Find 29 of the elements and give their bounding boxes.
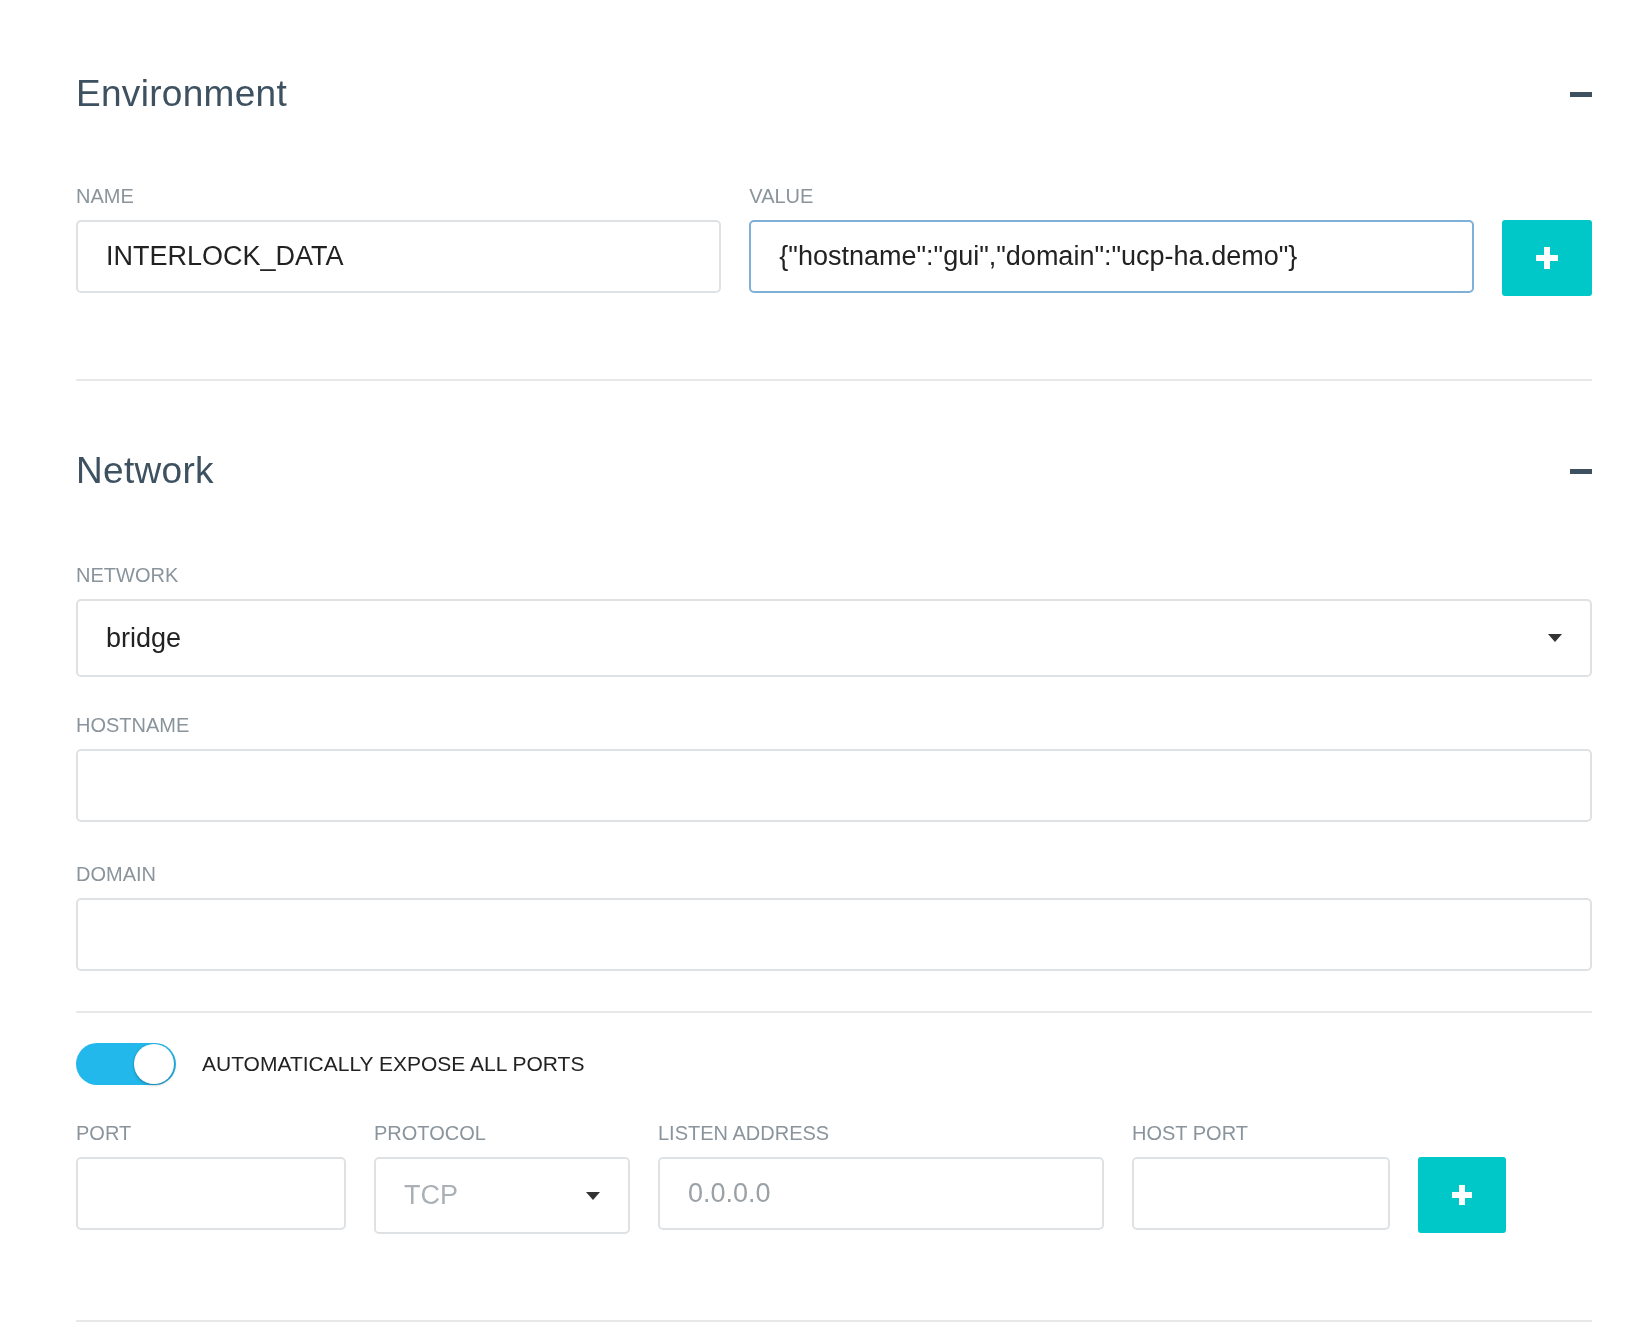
port-input[interactable] — [76, 1157, 346, 1230]
name-input[interactable]: INTERLOCK_DATA — [76, 220, 722, 293]
toggle-label: AUTOMATICALLY EXPOSE ALL PORTS — [202, 1052, 585, 1076]
field-label: LISTEN ADDRESS — [658, 1121, 831, 1145]
field-label: VALUE — [749, 184, 815, 208]
host-port-input[interactable] — [1132, 1157, 1390, 1230]
field-label: PROTOCOL — [374, 1121, 487, 1145]
listen-address-input[interactable]: 0.0.0.0 — [658, 1157, 1104, 1230]
plus-icon — [1536, 247, 1558, 269]
field-label: PORT — [76, 1121, 133, 1145]
field-label: DOMAIN — [76, 862, 157, 886]
domain-input[interactable] — [76, 898, 1592, 971]
caret-icon — [586, 1191, 600, 1200]
section-title: Network — [76, 450, 214, 492]
add-button[interactable] — [1502, 220, 1592, 296]
field-label: HOST PORT — [1132, 1121, 1249, 1145]
hostname-input[interactable] — [76, 749, 1592, 822]
network-dropdown[interactable]: bridge — [76, 599, 1592, 677]
add-button[interactable] — [1418, 1157, 1506, 1233]
section-title: Environment — [76, 73, 287, 115]
field-label: NETWORK — [76, 563, 180, 587]
collapse-icon[interactable] — [1570, 468, 1592, 474]
field-label: HOSTNAME — [76, 713, 191, 737]
field-label: NAME — [76, 184, 135, 208]
plus-icon — [1452, 1185, 1472, 1205]
value-input[interactable]: {"hostname":"gui","domain":"ucp-ha.demo"} — [749, 220, 1474, 293]
collapse-icon[interactable] — [1570, 91, 1592, 97]
caret-icon — [1548, 634, 1562, 642]
toggle-switch[interactable] — [76, 1043, 176, 1085]
